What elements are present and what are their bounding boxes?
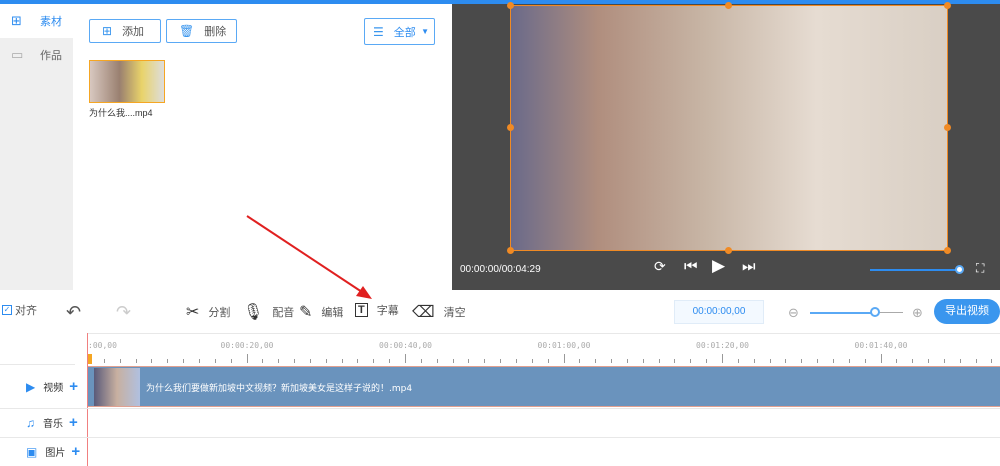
red-arrow-annotation <box>246 215 372 299</box>
